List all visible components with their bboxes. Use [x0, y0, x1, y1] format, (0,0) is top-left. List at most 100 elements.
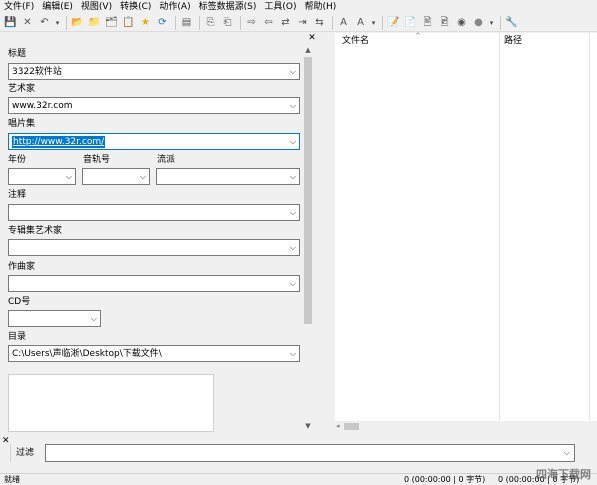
chevron-down-icon[interactable]: ⌵	[290, 279, 296, 289]
filename-to-tag-icon[interactable]: ⇦	[261, 15, 276, 30]
tag-panel-scrollbar[interactable]: ▲ ▼	[301, 44, 315, 432]
column-divider[interactable]	[499, 33, 500, 421]
playlist-export-icon[interactable]: 🖹	[420, 15, 435, 30]
year-combo[interactable]: ⌵	[8, 168, 76, 185]
chevron-down-icon[interactable]: ⌵	[290, 137, 296, 147]
file-list: 文件名 ^ 路径 ◂	[335, 33, 597, 432]
action-dropdown-icon[interactable]: ▾	[370, 15, 377, 30]
genre-combo[interactable]: ⌵	[156, 168, 300, 185]
menu-help[interactable]: 帮助(H)	[300, 0, 340, 14]
chevron-down-icon[interactable]: ⌵	[290, 243, 296, 253]
web-source-dropdown-icon[interactable]: ▾	[488, 15, 495, 30]
disc-label: CD号	[8, 297, 31, 307]
menu-view[interactable]: 视图(V)	[77, 0, 116, 14]
preview-icon[interactable]: 🖻	[437, 15, 452, 30]
chevron-down-icon[interactable]: ⌵	[290, 208, 296, 218]
title-combo[interactable]: 3322软件站 ⌵	[8, 63, 300, 80]
chevron-down-icon[interactable]: ⌵	[564, 448, 570, 458]
toolbar-separator	[175, 15, 176, 30]
menu-file[interactable]: 文件(F)	[0, 0, 38, 14]
favorite-folder-icon[interactable]: 🗂	[104, 15, 119, 30]
undo-dropdown-icon[interactable]: ▾	[54, 15, 61, 30]
disc-combo[interactable]: ⌵	[8, 310, 101, 327]
directory-combo[interactable]: C:\Users\声临淅\Desktop\下载文件\ ⌵	[8, 345, 300, 362]
scroll-up-icon[interactable]: ▲	[301, 44, 315, 56]
chevron-down-icon[interactable]: ⌵	[290, 101, 296, 111]
close-filter-icon[interactable]: ✕	[2, 436, 10, 446]
album-artist-combo[interactable]: ⌵	[8, 239, 300, 256]
case-convert-icon[interactable]: A	[336, 15, 351, 30]
toolbar-separator	[500, 15, 501, 30]
disc-icon[interactable]: ◉	[454, 15, 469, 30]
star-icon[interactable]: ★	[138, 15, 153, 30]
menu-bar: 文件(F) 编辑(E) 视图(V) 转换(C) 动作(A) 标签数据源(S) 工…	[0, 0, 597, 14]
menu-edit[interactable]: 编辑(E)	[38, 0, 77, 14]
copy-tag-icon[interactable]: ⎘	[203, 15, 218, 30]
scrollbar-thumb[interactable]	[344, 423, 359, 430]
status-bar: 就绪 0 (00:00:00 | 0 字节) 0 (00:00:00 | 0 字…	[0, 473, 597, 485]
web-source-icon[interactable]: ●	[471, 15, 486, 30]
composer-combo[interactable]: ⌵	[8, 275, 300, 292]
playlist-icon[interactable]: 📋	[121, 15, 136, 30]
menu-tag-sources[interactable]: 标签数据源(S)	[195, 0, 261, 14]
file-list-hscrollbar[interactable]: ◂	[335, 421, 597, 432]
toolbar-separator	[382, 15, 383, 30]
comment-label: 注释	[8, 190, 27, 200]
export-icon[interactable]: 📝	[386, 15, 401, 30]
tag-to-filename-icon[interactable]: ⇨	[244, 15, 259, 30]
filename-to-filename-icon[interactable]: ⇆	[312, 15, 327, 30]
menu-convert[interactable]: 转换(C)	[116, 0, 155, 14]
tools-icon[interactable]: 🔧	[504, 15, 519, 30]
filter-input[interactable]: ⌵	[45, 444, 575, 462]
chevron-down-icon[interactable]: ⌵	[290, 172, 296, 182]
toolbar-separator	[199, 15, 200, 30]
menu-action[interactable]: 动作(A)	[155, 0, 194, 14]
chevron-down-icon[interactable]: ⌵	[66, 172, 72, 182]
chevron-down-icon[interactable]: ⌵	[290, 349, 296, 359]
open-directory-icon[interactable]: 📂	[70, 15, 85, 30]
chevron-down-icon[interactable]: ⌵	[140, 172, 146, 182]
text-file-to-tag-icon[interactable]: ⇥	[295, 15, 310, 30]
status-ready: 就绪	[4, 475, 20, 484]
comment-combo[interactable]: ⌵	[8, 204, 300, 221]
tag-panel: ✕ 标题 3322软件站 ⌵ 艺术家 www.32r.com ⌵ 唱片集 htt…	[0, 33, 318, 432]
artist-combo[interactable]: www.32r.com ⌵	[8, 97, 300, 114]
tag-to-tag-icon[interactable]: ⇄	[278, 15, 293, 30]
menu-tools[interactable]: 工具(O)	[260, 0, 300, 14]
column-path[interactable]: 路径	[504, 33, 522, 49]
directory-value: C:\Users\声临淅\Desktop\下载文件\	[12, 349, 162, 359]
close-icon[interactable]: ✕	[307, 33, 317, 43]
pane-splitter[interactable]	[318, 33, 335, 432]
chevron-down-icon[interactable]: ⌵	[91, 314, 97, 324]
quick-action-icon[interactable]: A	[353, 15, 368, 30]
year-label: 年份	[8, 155, 27, 165]
track-combo[interactable]: ⌵	[82, 168, 150, 185]
artist-label: 艺术家	[8, 84, 36, 94]
cover-art-box[interactable]	[8, 374, 214, 432]
column-filename[interactable]: 文件名	[342, 33, 369, 49]
album-value: http://www.32r.com/	[12, 136, 106, 148]
paste-tag-icon[interactable]: ⎗	[220, 15, 235, 30]
status-selected: 0 (00:00:00 | 0 字节)	[404, 475, 486, 484]
scroll-down-icon[interactable]: ▼	[301, 420, 315, 432]
chevron-down-icon[interactable]: ⌵	[290, 67, 296, 77]
document-icon[interactable]: 📄	[403, 15, 418, 30]
scroll-left-icon[interactable]: ◂	[336, 421, 340, 432]
toolbar: 💾 ✕ ↶ ▾ 📂 📁 🗂 📋 ★ ⟳ ▤ ⎘ ⎗ ⇨ ⇦ ⇄ ⇥ ⇆ A A …	[0, 14, 597, 32]
album-label: 唱片集	[8, 119, 36, 129]
scrollbar-thumb[interactable]	[304, 57, 312, 324]
composer-label: 作曲家	[8, 262, 36, 272]
delete-icon[interactable]: ✕	[20, 15, 35, 30]
browse-folder-icon[interactable]: 📁	[87, 15, 102, 30]
save-icon[interactable]: 💾	[3, 15, 18, 30]
title-value: 3322软件站	[12, 67, 62, 77]
album-combo[interactable]: http://www.32r.com/ ⌵	[8, 133, 300, 150]
column-divider[interactable]	[589, 33, 590, 421]
album-artist-label: 专辑集艺术家	[8, 226, 63, 236]
sort-ascending-icon: ^	[415, 32, 421, 40]
undo-icon[interactable]: ↶	[37, 15, 52, 30]
refresh-icon[interactable]: ⟳	[155, 15, 170, 30]
genre-label: 流派	[157, 155, 176, 165]
toolbar-separator	[332, 15, 333, 30]
select-all-icon[interactable]: ▤	[179, 15, 194, 30]
